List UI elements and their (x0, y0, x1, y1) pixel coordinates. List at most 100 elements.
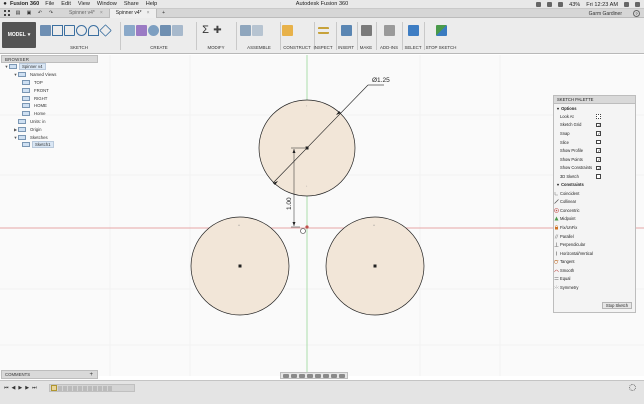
feature-marker[interactable] (73, 385, 77, 391)
palette-header[interactable]: SKETCH PALETTE (554, 96, 635, 104)
browser-item-units[interactable]: Units: in (1, 118, 98, 126)
feature-marker[interactable] (103, 385, 107, 391)
symmetry-icon[interactable] (554, 285, 559, 290)
insert-group[interactable]: INSERT (336, 20, 356, 52)
lock-icon[interactable] (554, 225, 559, 230)
browser-item-front[interactable]: FRONT (1, 86, 98, 94)
polygon-icon[interactable] (99, 23, 112, 37)
zoom-icon[interactable] (307, 373, 313, 378)
tangent-icon[interactable] (554, 259, 559, 265)
document-tab-2[interactable]: Spinner v4* × (109, 8, 157, 18)
new-component-icon[interactable] (240, 24, 251, 36)
feature-marker[interactable] (108, 385, 112, 391)
save-icon[interactable]: ▣ (25, 10, 33, 16)
line-icon[interactable] (52, 24, 63, 36)
stop-sketch-icon[interactable] (435, 24, 447, 36)
constraint-parallel[interactable]: Parallel (554, 232, 635, 241)
browser-item-root[interactable]: ▼ Spinner v4 (1, 63, 98, 71)
option-show-profile[interactable]: Show Profile ✓ (554, 146, 635, 155)
add-ins-group[interactable]: ADD-INS (376, 20, 402, 52)
perpendicular-icon[interactable] (554, 242, 559, 247)
feature-marker[interactable] (98, 385, 102, 391)
sketch-group[interactable]: SKETCH (40, 20, 118, 52)
equal-icon[interactable] (554, 276, 559, 281)
constraint-equal[interactable]: Equal (554, 275, 635, 284)
data-panel-icon[interactable] (3, 10, 11, 16)
constraint-perpendicular[interactable]: Perpendicular (554, 240, 635, 249)
constraint-smooth[interactable]: Smooth (554, 266, 635, 275)
option-sketch-grid[interactable]: Sketch Grid ✓ (554, 121, 635, 130)
menu-help[interactable]: Help (146, 1, 158, 7)
browser-item-named-views[interactable]: ▼ Named Views (1, 71, 98, 79)
step-back-icon[interactable]: ◀ (12, 385, 16, 391)
constraint-symmetry[interactable]: Symmetry (554, 283, 635, 292)
feature-marker[interactable] (83, 385, 87, 391)
distance-dimension-text[interactable]: 1.00 (286, 197, 293, 210)
modify-group[interactable]: Σ ✚ MODIFY (200, 20, 232, 52)
add-comment-icon[interactable]: + (89, 371, 93, 379)
offset-plane-icon[interactable] (282, 24, 293, 36)
checkbox-checked[interactable]: ✓ (596, 156, 601, 162)
constraint-collinear[interactable]: Collinear (554, 197, 635, 206)
circle-icon[interactable] (76, 24, 87, 36)
volume-icon[interactable] (558, 2, 564, 7)
left-center-point[interactable] (238, 264, 242, 268)
create-sketch-icon[interactable] (40, 24, 51, 36)
select-cursor-icon[interactable] (407, 24, 419, 36)
constraint-concentric[interactable]: Concentric (554, 206, 635, 215)
stop-sketch-group[interactable]: STOP SKETCH (425, 20, 457, 52)
feature-marker[interactable] (63, 385, 67, 391)
feature-marker[interactable] (68, 385, 72, 391)
pan-icon[interactable] (299, 373, 305, 378)
inspect-group[interactable]: INSPECT (310, 20, 336, 52)
right-center-point[interactable] (373, 264, 377, 268)
menu-share[interactable]: Share (124, 1, 139, 7)
feature-marker[interactable] (88, 385, 92, 391)
app-menu-name[interactable]: Fusion 360 (10, 1, 39, 7)
option-3d-sketch[interactable]: 3D Sketch (554, 172, 635, 181)
gear-icon[interactable] (629, 384, 636, 391)
browser-item-right[interactable]: RIGHT (1, 94, 98, 102)
options-section-header[interactable]: ▾ Options (554, 104, 635, 112)
constraint-tangent[interactable]: Tangent (554, 258, 635, 267)
close-icon[interactable]: × (147, 10, 150, 16)
go-to-end-icon[interactable]: ⏭ (32, 385, 37, 391)
battery-percent[interactable]: 43% (569, 2, 580, 8)
fit-icon[interactable] (315, 373, 321, 378)
select-group[interactable]: SELECT (402, 20, 424, 52)
insert-image-icon[interactable] (340, 24, 352, 36)
play-icon[interactable]: ▶ (18, 385, 22, 391)
undo-icon[interactable]: ↶ (36, 10, 44, 16)
look-at-icon[interactable] (596, 114, 601, 119)
3d-print-icon[interactable] (360, 24, 372, 36)
midpoint-icon[interactable] (554, 216, 559, 221)
viewports-icon[interactable] (339, 373, 345, 378)
measure-icon[interactable] (317, 26, 329, 34)
browser-item-home[interactable]: HOME (1, 102, 98, 110)
option-show-points[interactable]: Show Points ✓ (554, 155, 635, 164)
option-slice[interactable]: Slice (554, 138, 635, 147)
wifi-icon[interactable] (547, 2, 553, 7)
box-icon[interactable] (160, 24, 171, 36)
redo-icon[interactable]: ↷ (47, 10, 55, 16)
arc-icon[interactable] (88, 24, 99, 36)
browser-item-sketches[interactable]: ▼ Sketches (1, 133, 98, 141)
make-group[interactable]: MAKE (357, 20, 375, 52)
coincident-icon[interactable] (554, 191, 559, 196)
feature-marker[interactable] (93, 385, 97, 391)
close-icon[interactable]: × (100, 10, 103, 16)
feature-marker[interactable] (78, 385, 82, 391)
display-settings-icon[interactable] (323, 373, 329, 378)
clock[interactable]: Fri 12:23 AM (586, 2, 618, 8)
create-group[interactable]: CREATE (124, 20, 194, 52)
menu-edit[interactable]: Edit (61, 1, 71, 7)
menu-list-icon[interactable] (635, 2, 640, 7)
browser-item-home-2[interactable]: Home (1, 110, 98, 118)
sketch-feature-icon[interactable] (51, 385, 57, 391)
concentric-icon[interactable] (554, 207, 559, 213)
scripts-icon[interactable] (383, 24, 395, 36)
checkbox-checked[interactable]: ✓ (596, 122, 601, 128)
search-icon[interactable] (624, 2, 629, 7)
look-at-icon[interactable] (291, 373, 297, 378)
checkbox-checked[interactable]: ✓ (596, 165, 601, 171)
